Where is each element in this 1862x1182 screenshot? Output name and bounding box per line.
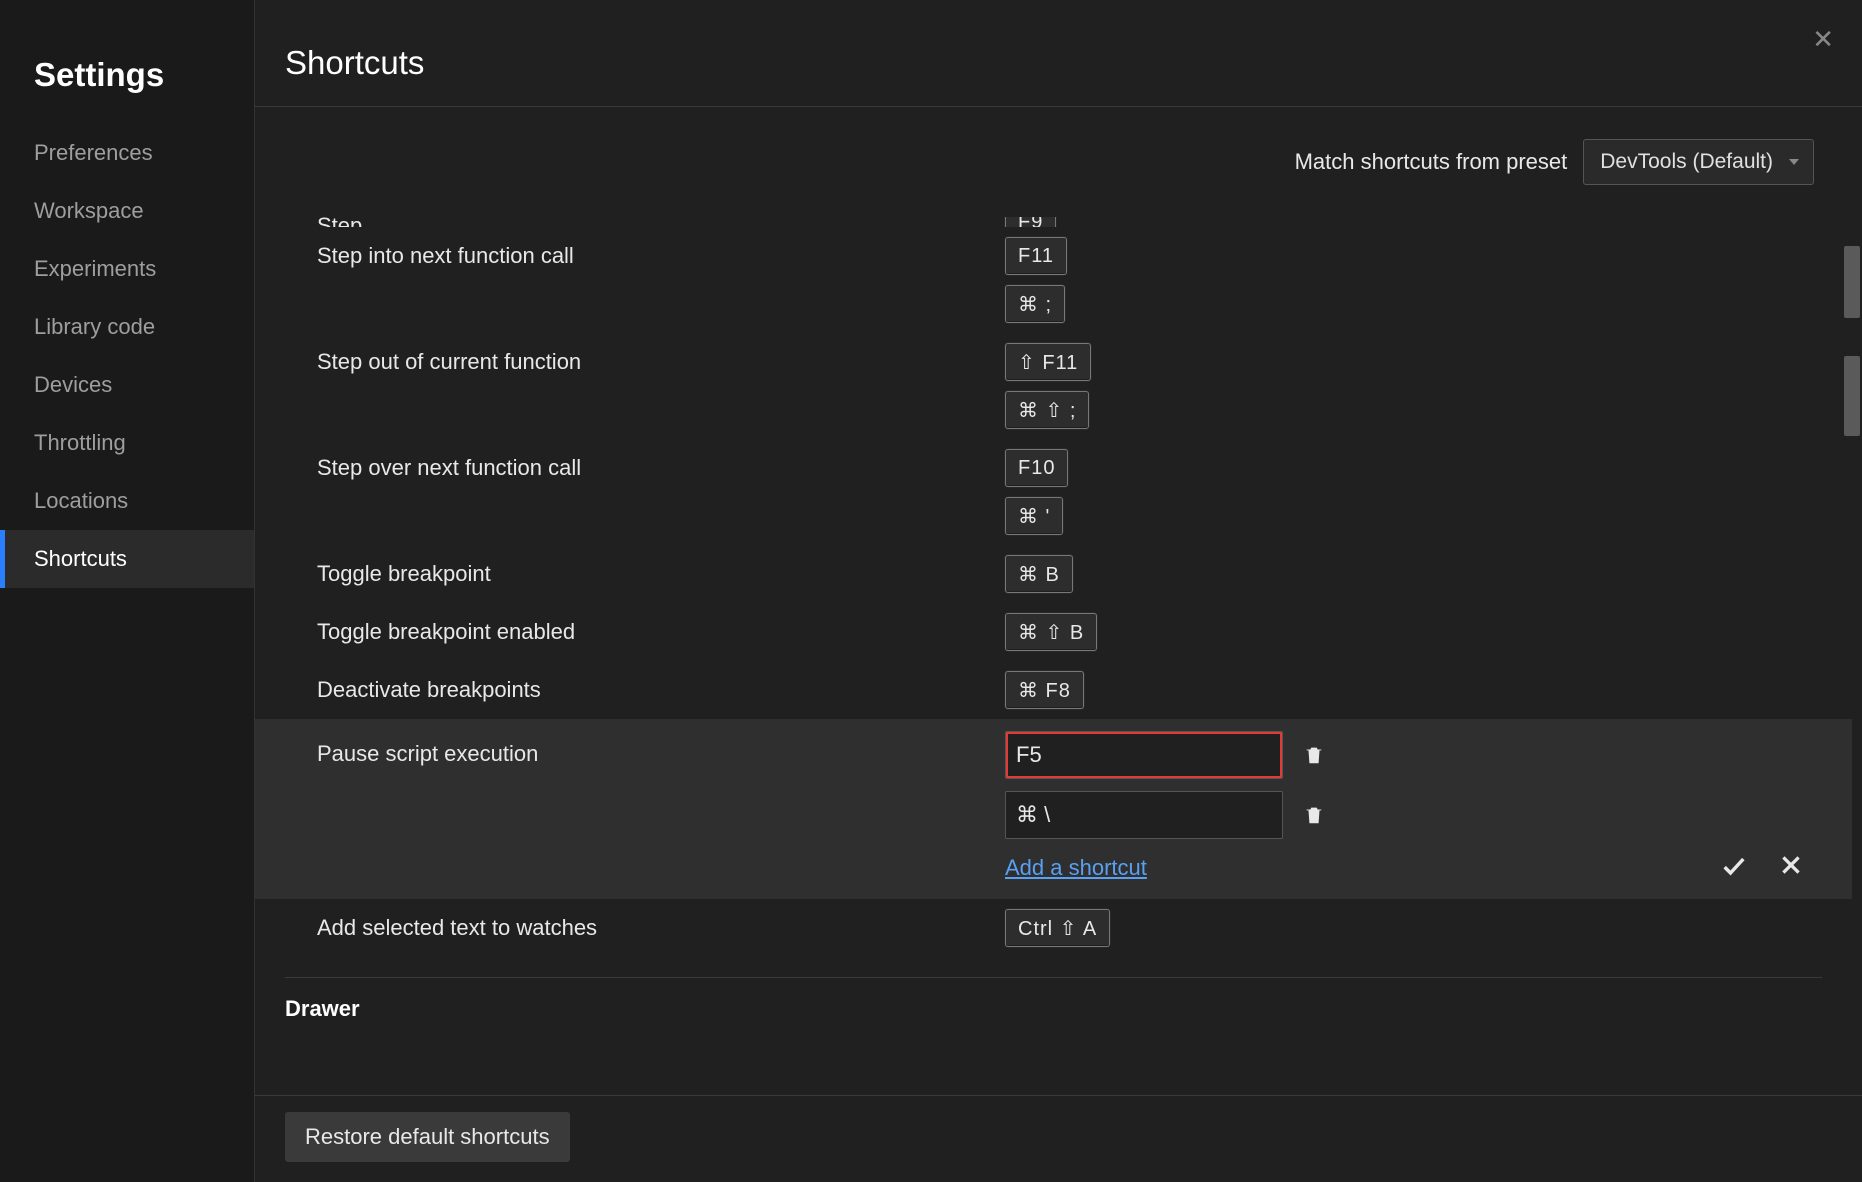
settings-window: Settings Preferences Workspace Experimen… — [0, 0, 1862, 1182]
shortcut-keys: Ctrl ⇧ A — [1005, 909, 1822, 947]
shortcut-keys: ⇧ F11 ⌘ ⇧ ; — [1005, 343, 1822, 429]
scrollbar-thumb[interactable] — [1844, 356, 1860, 436]
sidebar-item-experiments[interactable]: Experiments — [0, 240, 254, 298]
shortcut-keys: F11 ⌘ ; — [1005, 237, 1822, 323]
confirm-icon[interactable] — [1720, 852, 1748, 885]
shortcut-row-step-out: Step out of current function ⇧ F11 ⌘ ⇧ ; — [285, 333, 1822, 439]
shortcut-label: Deactivate breakpoints — [285, 671, 1005, 703]
shortcut-label: Step — [285, 217, 1005, 227]
footer: Restore default shortcuts — [255, 1095, 1862, 1182]
shortcut-row-step: Step F9 — [285, 217, 1822, 227]
page-title: Shortcuts — [285, 44, 1832, 82]
sidebar-item-shortcuts[interactable]: Shortcuts — [0, 530, 254, 588]
shortcut-row-toggle-breakpoint-enabled: Toggle breakpoint enabled ⌘ ⇧ B — [285, 603, 1822, 661]
trash-icon[interactable] — [1303, 803, 1327, 827]
shortcuts-scroll[interactable]: Step F9 Step into next function call F11… — [255, 217, 1852, 1095]
trash-icon[interactable] — [1303, 743, 1327, 767]
edit-actions — [1720, 852, 1804, 885]
shortcut-label: Step out of current function — [285, 343, 1005, 375]
section-divider — [285, 977, 1822, 978]
shortcut-row-deactivate-breakpoints: Deactivate breakpoints ⌘ F8 — [285, 661, 1822, 719]
sidebar-item-workspace[interactable]: Workspace — [0, 182, 254, 240]
shortcut-row-step-over: Step over next function call F10 ⌘ ' — [285, 439, 1822, 545]
shortcut-edit-inputs: F5 ⌘ \ — [1005, 731, 1327, 881]
sidebar-item-throttling[interactable]: Throttling — [0, 414, 254, 472]
shortcut-input-1[interactable]: F5 — [1005, 731, 1283, 779]
key-badge: ⌘ ' — [1005, 497, 1063, 535]
key-badge: ⌘ B — [1005, 555, 1073, 593]
shortcut-row-add-watches: Add selected text to watches Ctrl ⇧ A — [285, 899, 1822, 957]
shortcut-keys: F10 ⌘ ' — [1005, 449, 1822, 535]
shortcut-input-2[interactable]: ⌘ \ — [1005, 791, 1283, 839]
shortcut-label: Toggle breakpoint enabled — [285, 613, 1005, 645]
shortcut-input-row: ⌘ \ — [1005, 791, 1327, 839]
key-badge: Ctrl ⇧ A — [1005, 909, 1110, 947]
scrollbar[interactable] — [1842, 246, 1862, 1102]
key-badge: F10 — [1005, 449, 1068, 487]
cancel-icon[interactable] — [1778, 852, 1804, 885]
scrollbar-thumb[interactable] — [1844, 246, 1860, 318]
main-panel: ✕ Shortcuts Match shortcuts from preset … — [255, 0, 1862, 1182]
preset-selected-value: DevTools (Default) — [1600, 150, 1773, 173]
shortcut-keys: F9 — [1005, 217, 1822, 227]
shortcut-label: Pause script execution — [285, 731, 1005, 767]
header: Shortcuts — [255, 0, 1862, 107]
shortcut-list: Step F9 Step into next function call F11… — [255, 217, 1852, 1022]
close-icon[interactable]: ✕ — [1812, 24, 1834, 55]
preset-label: Match shortcuts from preset — [1295, 149, 1568, 175]
preset-select[interactable]: DevTools (Default) — [1583, 139, 1814, 185]
sidebar: Settings Preferences Workspace Experimen… — [0, 0, 255, 1182]
shortcut-edit-row-pause: Pause script execution F5 — [255, 719, 1852, 899]
shortcut-label: Step over next function call — [285, 449, 1005, 481]
shortcut-row-step-into: Step into next function call F11 ⌘ ; — [285, 227, 1822, 333]
shortcut-keys: ⌘ B — [1005, 555, 1822, 593]
shortcut-label: Step into next function call — [285, 237, 1005, 269]
section-title-drawer: Drawer — [285, 996, 1822, 1022]
restore-defaults-button[interactable]: Restore default shortcuts — [285, 1112, 570, 1162]
key-badge: F9 — [1005, 217, 1056, 227]
shortcut-row-toggle-breakpoint: Toggle breakpoint ⌘ B — [285, 545, 1822, 603]
sidebar-item-locations[interactable]: Locations — [0, 472, 254, 530]
sidebar-item-devices[interactable]: Devices — [0, 356, 254, 414]
shortcut-keys: ⌘ F8 — [1005, 671, 1822, 709]
shortcut-input-row: F5 — [1005, 731, 1327, 779]
sidebar-item-library-code[interactable]: Library code — [0, 298, 254, 356]
shortcut-keys: ⌘ ⇧ B — [1005, 613, 1822, 651]
key-badge: F11 — [1005, 237, 1067, 275]
shortcut-label: Toggle breakpoint — [285, 555, 1005, 587]
add-shortcut-link[interactable]: Add a shortcut — [1005, 855, 1327, 881]
sidebar-item-preferences[interactable]: Preferences — [0, 124, 254, 182]
shortcut-label: Add selected text to watches — [285, 909, 1005, 941]
key-badge: ⇧ F11 — [1005, 343, 1091, 381]
preset-row: Match shortcuts from preset DevTools (De… — [255, 107, 1862, 217]
sidebar-title: Settings — [0, 36, 254, 124]
key-badge: ⌘ F8 — [1005, 671, 1084, 709]
key-badge: ⌘ ; — [1005, 285, 1065, 323]
key-badge: ⌘ ⇧ ; — [1005, 391, 1089, 429]
key-badge: ⌘ ⇧ B — [1005, 613, 1097, 651]
